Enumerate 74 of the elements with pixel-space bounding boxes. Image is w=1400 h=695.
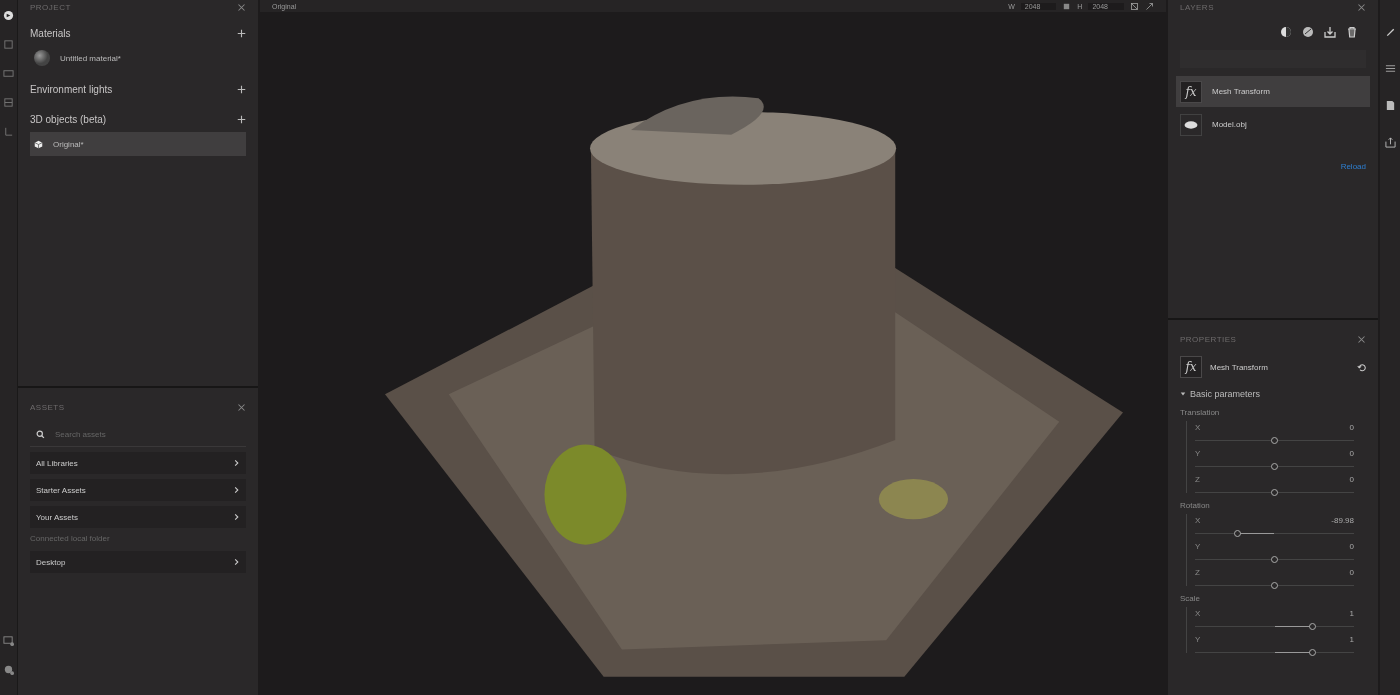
fx-icon: fx (1180, 80, 1202, 103)
logo-icon[interactable] (3, 10, 14, 21)
library-item[interactable]: Your Assets (30, 506, 246, 528)
monitor-icon[interactable] (3, 635, 14, 646)
close-icon[interactable] (237, 2, 246, 12)
library-item[interactable]: Desktop (30, 551, 246, 573)
close-icon[interactable] (237, 402, 246, 412)
project-item[interactable]: Untitled material* (30, 46, 246, 70)
search-icon (36, 429, 45, 439)
add-icon[interactable] (237, 114, 246, 124)
square-icon[interactable] (3, 97, 14, 108)
slider-thumb[interactable] (1271, 489, 1278, 496)
mask-icon[interactable] (1280, 26, 1292, 38)
parameter-label: Translation (1180, 408, 1221, 417)
fx-icon: fx (1180, 356, 1202, 378)
axis-value: 1 (1349, 634, 1354, 644)
slider-thumb[interactable] (1271, 582, 1278, 589)
library-item[interactable]: Starter Assets (30, 479, 246, 501)
frame-icon[interactable] (3, 68, 14, 79)
chevron-right-icon (233, 486, 240, 494)
axis-value: 0 (1349, 448, 1354, 458)
fit-view-icon[interactable] (1130, 1, 1139, 11)
document-icon[interactable] (1384, 100, 1396, 111)
chevron-right-icon (233, 459, 240, 467)
axis-label: X (1195, 608, 1201, 618)
reload-link[interactable]: Reload (1340, 162, 1366, 171)
section-title: Materials (30, 27, 71, 39)
axis-label: X (1195, 515, 1201, 525)
cube-icon (34, 139, 43, 149)
axis-value: 0 (1349, 541, 1354, 551)
axis-value: 1 (1349, 608, 1354, 618)
project-item[interactable]: Original* (30, 132, 246, 156)
section-title: Environment lights (30, 83, 113, 95)
slider-thumb[interactable] (1271, 437, 1278, 444)
axis-label: Y (1195, 541, 1201, 551)
slider-thumb[interactable] (1271, 556, 1278, 563)
axis-value: -89.98 (1331, 515, 1354, 525)
slider-thumb[interactable] (1271, 463, 1278, 470)
library-item[interactable]: All Libraries (30, 452, 246, 474)
axis-value: 0 (1349, 567, 1354, 577)
add-icon[interactable] (237, 28, 246, 38)
axis-label: X (1195, 422, 1201, 432)
axis-label: Y (1195, 634, 1201, 644)
close-icon[interactable] (1357, 2, 1366, 12)
material-sphere-icon (34, 50, 50, 66)
caret-down-icon (1180, 391, 1186, 397)
expand-icon[interactable] (1145, 1, 1154, 11)
axis-label: Z (1195, 474, 1200, 484)
add-icon[interactable] (237, 84, 246, 94)
chevron-right-icon (233, 513, 240, 521)
axis-label: Y (1195, 448, 1201, 458)
layer-item[interactable]: fx Mesh Transform (1176, 76, 1370, 107)
layer-item[interactable]: Model.obj (1176, 109, 1370, 140)
undo-icon[interactable] (1357, 362, 1366, 372)
panel-title: PROJECT (30, 2, 71, 12)
panel-title: ASSETS (30, 402, 65, 412)
slider-thumb[interactable] (1309, 649, 1317, 656)
close-icon[interactable] (1357, 334, 1366, 344)
axis-label: Z (1195, 567, 1200, 577)
group-toggle[interactable]: Basic parameters (1180, 388, 1366, 400)
chevron-right-icon (233, 558, 240, 566)
delete-icon[interactable] (1346, 26, 1358, 38)
parameter-label: Scale (1180, 594, 1201, 603)
share-icon[interactable] (1384, 137, 1396, 148)
axis-value: 0 (1349, 422, 1354, 432)
parameter-label: Rotation (1180, 501, 1211, 510)
model-thumbnail-icon (1180, 113, 1202, 136)
effect-name: Mesh Transform (1210, 362, 1269, 372)
panel-title: LAYERS (1180, 2, 1214, 12)
export-icon[interactable] (1324, 26, 1336, 38)
section-title: 3D objects (beta) (30, 113, 107, 125)
slider-thumb[interactable] (1309, 623, 1317, 630)
axis-value: 0 (1349, 474, 1354, 484)
slider-thumb[interactable] (1234, 530, 1242, 537)
